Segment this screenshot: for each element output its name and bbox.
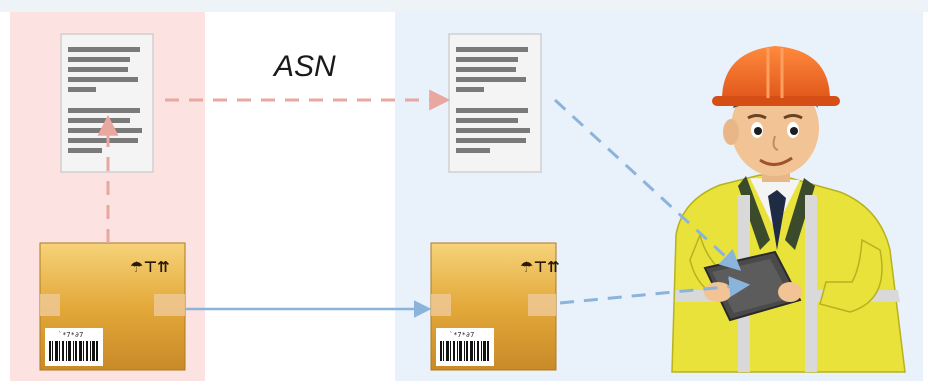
sender-barcode-caption: `*7*∂7 xyxy=(58,331,83,339)
sender-barcode xyxy=(49,341,98,361)
receiver-barcode-caption: `*7*∂7 xyxy=(449,331,474,339)
receiver-package-icon: ☂⊤⇈ `*7*∂7 xyxy=(430,242,560,371)
sender-document-icon xyxy=(60,33,154,173)
top-strip xyxy=(0,0,928,12)
receiver-barcode xyxy=(440,341,489,361)
sender-handling-marks: ☂⊤⇈ xyxy=(130,258,170,276)
asn-diagram: ☂⊤⇈ `*7*∂7 ☂⊤⇈ `*7*∂7 ASN xyxy=(0,0,928,381)
asn-label: ASN xyxy=(274,50,336,83)
diagram-canvas: ☂⊤⇈ `*7*∂7 ☂⊤⇈ `*7*∂7 xyxy=(0,0,928,381)
sender-package-icon: ☂⊤⇈ `*7*∂7 xyxy=(39,242,186,371)
receiver-document-icon xyxy=(448,33,542,173)
receiver-handling-marks: ☂⊤⇈ xyxy=(520,258,560,276)
